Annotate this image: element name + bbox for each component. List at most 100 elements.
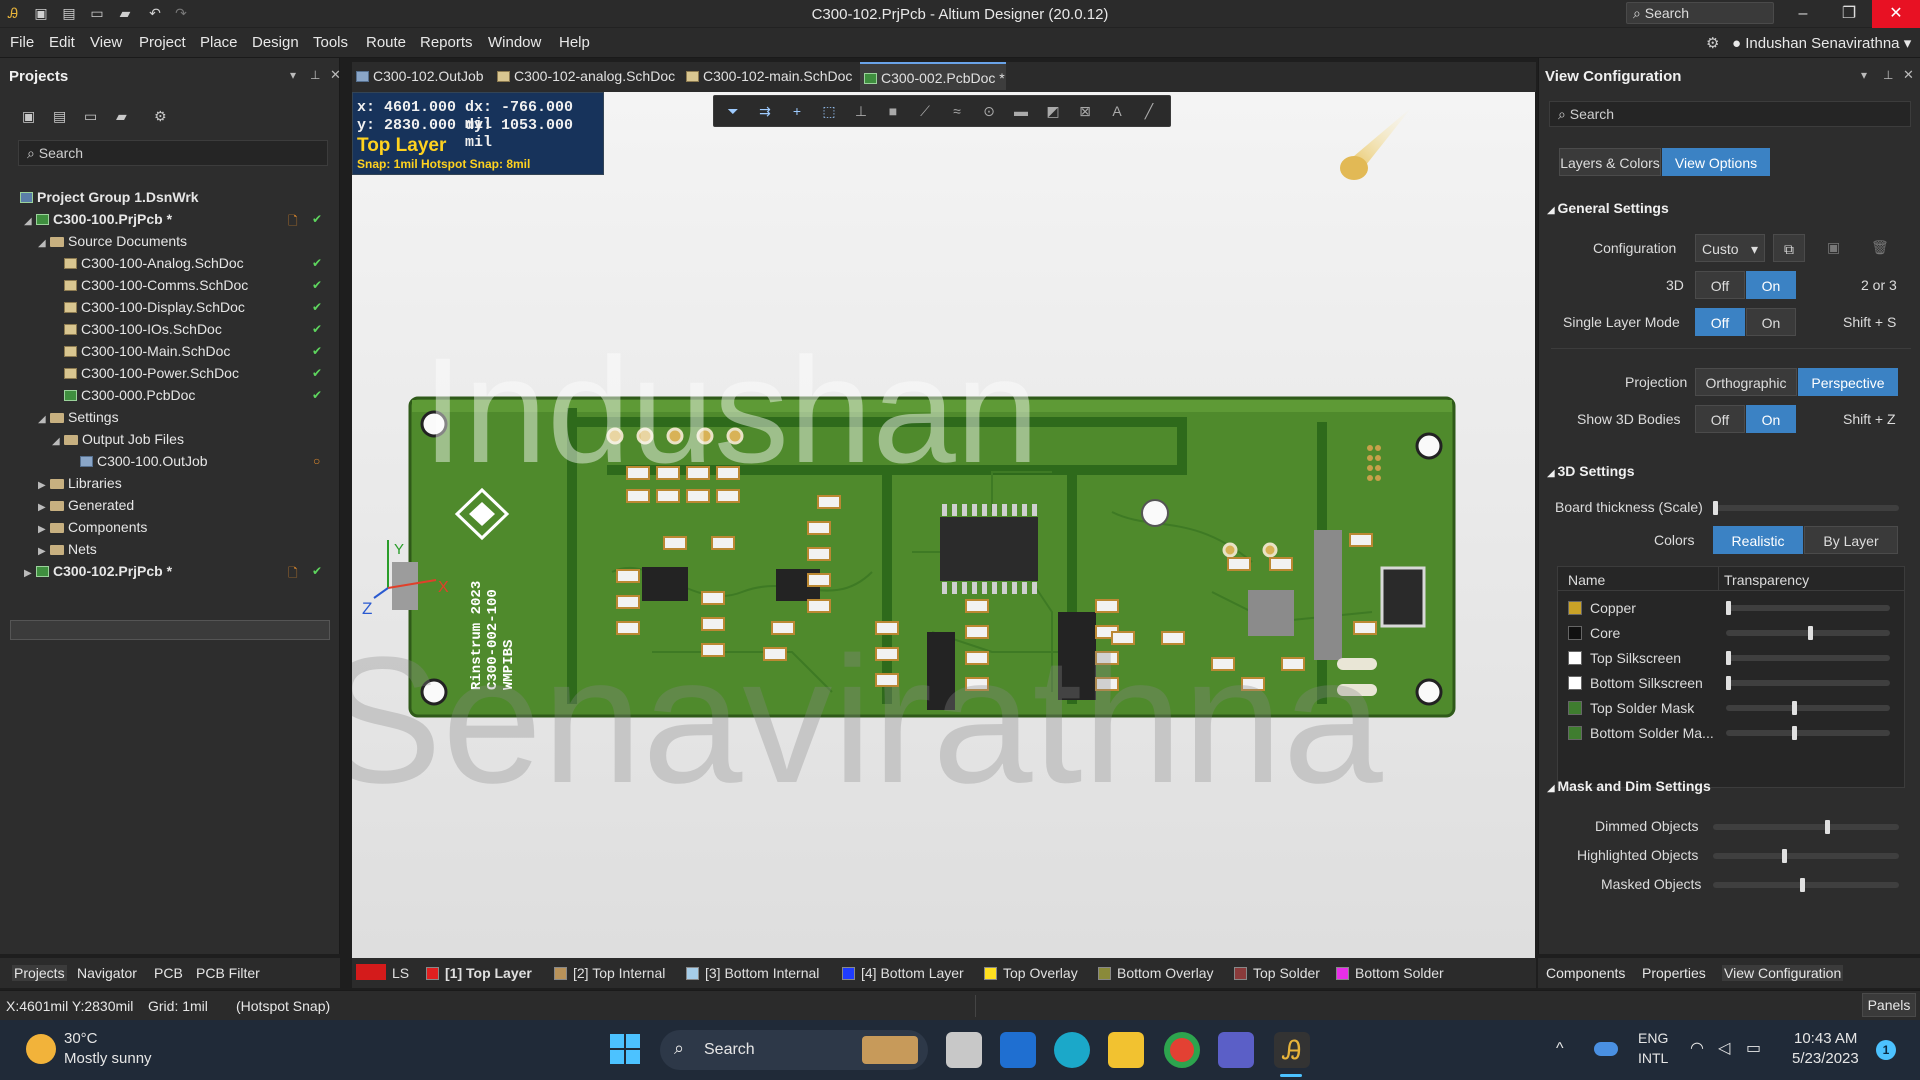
transparency-slider[interactable]: [1726, 626, 1890, 640]
color-swatch[interactable]: [1568, 726, 1582, 740]
layer-tab-top-overlay[interactable]: Top Overlay: [984, 965, 1078, 981]
menu-place[interactable]: Place: [200, 34, 238, 51]
expand-icon[interactable]: ▶: [38, 502, 50, 513]
outlook-icon[interactable]: [1000, 1032, 1036, 1068]
delete-icon[interactable]: 🗑: [1871, 239, 1889, 256]
add-folder-icon[interactable]: ▰: [116, 108, 127, 125]
lang-primary[interactable]: ENG: [1638, 1030, 1668, 1046]
tree-doc[interactable]: C300-100-IOs.SchDoc: [64, 321, 222, 337]
section-general-settings[interactable]: ◢ General Settings: [1547, 200, 1669, 216]
transparency-row[interactable]: Top Silkscreen: [1558, 647, 1904, 669]
tree-output-job-files[interactable]: ◢ Output Job Files: [52, 431, 184, 447]
taskbar-search[interactable]: ⌕ Search: [660, 1030, 928, 1070]
tree-settings[interactable]: ◢ Settings: [38, 409, 119, 425]
filter-icon[interactable]: ⏷: [724, 103, 742, 121]
layer-tab-top-layer[interactable]: [1] Top Layer: [426, 965, 532, 981]
weather-sun-icon[interactable]: [26, 1034, 56, 1064]
collapse-icon[interactable]: ◢: [38, 414, 50, 425]
colors-by-layer-button[interactable]: By Layer: [1804, 526, 1898, 554]
file-explorer-icon[interactable]: [1108, 1032, 1144, 1068]
collapse-icon[interactable]: ◢: [52, 436, 64, 447]
slider-knob[interactable]: [1726, 601, 1731, 615]
menu-edit[interactable]: Edit: [49, 34, 75, 51]
region-icon[interactable]: ◩: [1044, 103, 1062, 121]
start-button[interactable]: [610, 1034, 640, 1064]
pin-icon[interactable]: ⊥: [310, 68, 320, 82]
tab-properties[interactable]: Properties: [1642, 965, 1706, 981]
panels-button[interactable]: Panels: [1862, 993, 1916, 1017]
tree-project-c300-102[interactable]: ▶ C300-102.PrjPcb *: [24, 563, 172, 579]
menu-file[interactable]: File: [10, 34, 34, 51]
slider-knob[interactable]: [1791, 701, 1797, 715]
menu-project[interactable]: Project: [139, 34, 186, 51]
tab-navigator[interactable]: Navigator: [77, 965, 137, 981]
layer-tab-top-solder[interactable]: Top Solder: [1234, 965, 1320, 981]
transparency-row[interactable]: Bottom Solder Ma...: [1558, 722, 1904, 744]
tree-doc[interactable]: C300-100-Comms.SchDoc: [64, 277, 248, 293]
show3d-off-button[interactable]: Off: [1695, 405, 1745, 433]
collapse-icon[interactable]: ◢: [38, 238, 50, 249]
menu-help[interactable]: Help: [559, 34, 590, 51]
transparency-row[interactable]: Bottom Silkscreen: [1558, 672, 1904, 694]
weather-desc[interactable]: Mostly sunny: [64, 1050, 152, 1067]
pcb-canvas[interactable]: Rinstrum 2023 C300-002-100 WMPIBS Y X Z …: [352, 92, 1535, 958]
tab-outjob[interactable]: C300-102.OutJob: [352, 62, 492, 90]
panel-close-icon[interactable]: ✕: [330, 67, 341, 83]
slider-knob[interactable]: [1726, 651, 1731, 665]
projection-orthographic-button[interactable]: Orthographic: [1695, 368, 1797, 396]
tree-outjob[interactable]: C300-100.OutJob: [80, 453, 208, 469]
show3d-on-button[interactable]: On: [1746, 405, 1796, 433]
save-config-icon[interactable]: ▣: [1827, 239, 1840, 256]
highlighted-slider[interactable]: [1713, 849, 1899, 863]
route-icon[interactable]: ⇉: [756, 103, 774, 121]
expand-icon[interactable]: ▶: [38, 524, 50, 535]
minimize-button[interactable]: –: [1780, 0, 1826, 28]
single-layer-off-button[interactable]: Off: [1695, 308, 1745, 336]
save-as-config-icon[interactable]: ⧉: [1773, 234, 1805, 262]
edge-icon[interactable]: [1054, 1032, 1090, 1068]
align-icon[interactable]: ⊥: [852, 103, 870, 121]
save-project-icon[interactable]: ▣: [22, 108, 35, 125]
text-icon[interactable]: A: [1108, 103, 1126, 121]
tree-source-documents[interactable]: ◢ Source Documents: [38, 233, 187, 249]
menu-window[interactable]: Window: [488, 34, 541, 51]
color-swatch[interactable]: [1568, 626, 1582, 640]
menu-design[interactable]: Design: [252, 34, 299, 51]
clock-time[interactable]: 10:43 AM: [1794, 1030, 1857, 1047]
via-icon[interactable]: ⊙: [980, 103, 998, 121]
color-swatch[interactable]: [1568, 676, 1582, 690]
masked-slider[interactable]: [1713, 878, 1899, 892]
line-icon[interactable]: ╱: [1140, 103, 1158, 121]
lang-secondary[interactable]: INTL: [1638, 1050, 1668, 1066]
clock-date[interactable]: 5/23/2023: [1792, 1050, 1859, 1067]
tree-nets[interactable]: ▶ Nets: [38, 541, 97, 557]
transparency-row[interactable]: Top Solder Mask: [1558, 697, 1904, 719]
user-menu[interactable]: ● Indushan Senavirathna ▾: [1732, 34, 1911, 52]
tab-pcbdoc[interactable]: C300-002.PcbDoc *: [860, 62, 1006, 90]
chevron-up-icon[interactable]: ^: [1556, 1040, 1564, 1058]
tree-libraries[interactable]: ▶ Libraries: [38, 475, 122, 491]
menu-tools[interactable]: Tools: [313, 34, 348, 51]
interactive-route-icon[interactable]: ⟋: [916, 103, 934, 121]
component-icon[interactable]: ■: [884, 103, 902, 121]
panel-close-icon[interactable]: ✕: [1903, 67, 1914, 83]
expand-icon[interactable]: ▶: [38, 546, 50, 557]
tab-view-options[interactable]: View Options: [1662, 148, 1770, 176]
transparency-row[interactable]: Copper: [1558, 597, 1904, 619]
tree-doc[interactable]: C300-100-Analog.SchDoc: [64, 255, 244, 271]
colors-realistic-button[interactable]: Realistic: [1713, 526, 1803, 554]
expand-icon[interactable]: ▶: [38, 480, 50, 491]
collapse-icon[interactable]: ◢: [24, 216, 36, 227]
slider-knob[interactable]: [1824, 820, 1830, 834]
chrome-icon[interactable]: [1164, 1032, 1200, 1068]
menu-view[interactable]: View: [90, 34, 122, 51]
board-thickness-slider[interactable]: [1713, 501, 1899, 515]
color-swatch[interactable]: [1568, 701, 1582, 715]
onedrive-icon[interactable]: [1594, 1042, 1618, 1056]
select-rect-icon[interactable]: ⬚: [820, 103, 838, 121]
tree-project-c300-100[interactable]: ◢ C300-100.PrjPcb *: [24, 211, 172, 227]
threed-off-button[interactable]: Off: [1695, 271, 1745, 299]
tab-projects[interactable]: Projects: [12, 965, 67, 981]
tab-components[interactable]: Components: [1546, 965, 1625, 981]
expand-icon[interactable]: ▶: [24, 568, 36, 579]
